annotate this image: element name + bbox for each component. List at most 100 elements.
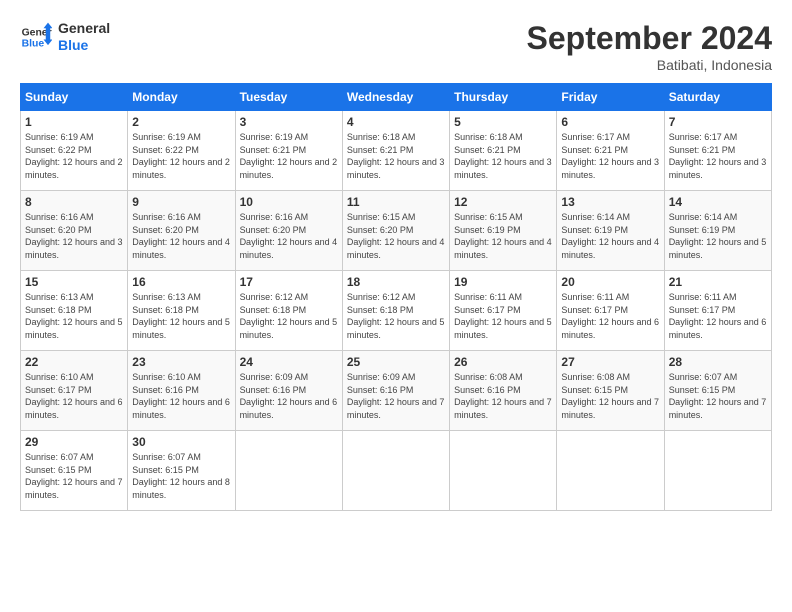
calendar-cell: 17 Sunrise: 6:12 AM Sunset: 6:18 PM Dayl… [235, 271, 342, 351]
day-number: 25 [347, 355, 445, 369]
day-number: 20 [561, 275, 659, 289]
calendar-cell [557, 431, 664, 511]
month-title: September 2024 [527, 20, 772, 57]
day-number: 1 [25, 115, 123, 129]
day-info: Sunrise: 6:12 AM Sunset: 6:18 PM Dayligh… [240, 291, 338, 341]
day-number: 14 [669, 195, 767, 209]
day-info: Sunrise: 6:18 AM Sunset: 6:21 PM Dayligh… [347, 131, 445, 181]
calendar-cell: 1 Sunrise: 6:19 AM Sunset: 6:22 PM Dayli… [21, 111, 128, 191]
calendar-cell: 23 Sunrise: 6:10 AM Sunset: 6:16 PM Dayl… [128, 351, 235, 431]
day-info: Sunrise: 6:07 AM Sunset: 6:15 PM Dayligh… [25, 451, 123, 501]
calendar-cell: 7 Sunrise: 6:17 AM Sunset: 6:21 PM Dayli… [664, 111, 771, 191]
day-number: 24 [240, 355, 338, 369]
day-number: 28 [669, 355, 767, 369]
calendar-cell: 22 Sunrise: 6:10 AM Sunset: 6:17 PM Dayl… [21, 351, 128, 431]
weekday-header-row: Sunday Monday Tuesday Wednesday Thursday… [21, 84, 772, 111]
day-number: 26 [454, 355, 552, 369]
day-info: Sunrise: 6:15 AM Sunset: 6:20 PM Dayligh… [347, 211, 445, 261]
day-info: Sunrise: 6:10 AM Sunset: 6:16 PM Dayligh… [132, 371, 230, 421]
logo: General Blue General Blue [20, 20, 110, 54]
day-number: 23 [132, 355, 230, 369]
calendar-cell: 2 Sunrise: 6:19 AM Sunset: 6:22 PM Dayli… [128, 111, 235, 191]
day-info: Sunrise: 6:11 AM Sunset: 6:17 PM Dayligh… [561, 291, 659, 341]
day-info: Sunrise: 6:18 AM Sunset: 6:21 PM Dayligh… [454, 131, 552, 181]
day-info: Sunrise: 6:08 AM Sunset: 6:15 PM Dayligh… [561, 371, 659, 421]
day-info: Sunrise: 6:14 AM Sunset: 6:19 PM Dayligh… [669, 211, 767, 261]
day-number: 16 [132, 275, 230, 289]
calendar-cell: 27 Sunrise: 6:08 AM Sunset: 6:15 PM Dayl… [557, 351, 664, 431]
day-number: 19 [454, 275, 552, 289]
calendar-cell: 5 Sunrise: 6:18 AM Sunset: 6:21 PM Dayli… [450, 111, 557, 191]
calendar-week-row: 22 Sunrise: 6:10 AM Sunset: 6:17 PM Dayl… [21, 351, 772, 431]
calendar-cell: 14 Sunrise: 6:14 AM Sunset: 6:19 PM Dayl… [664, 191, 771, 271]
day-info: Sunrise: 6:13 AM Sunset: 6:18 PM Dayligh… [25, 291, 123, 341]
calendar-cell: 3 Sunrise: 6:19 AM Sunset: 6:21 PM Dayli… [235, 111, 342, 191]
day-number: 12 [454, 195, 552, 209]
calendar-week-row: 1 Sunrise: 6:19 AM Sunset: 6:22 PM Dayli… [21, 111, 772, 191]
day-number: 4 [347, 115, 445, 129]
day-number: 7 [669, 115, 767, 129]
location: Batibati, Indonesia [527, 57, 772, 73]
day-info: Sunrise: 6:11 AM Sunset: 6:17 PM Dayligh… [454, 291, 552, 341]
header-thursday: Thursday [450, 84, 557, 111]
calendar-week-row: 15 Sunrise: 6:13 AM Sunset: 6:18 PM Dayl… [21, 271, 772, 351]
day-number: 27 [561, 355, 659, 369]
title-block: September 2024 Batibati, Indonesia [527, 20, 772, 73]
day-number: 17 [240, 275, 338, 289]
calendar-cell: 19 Sunrise: 6:11 AM Sunset: 6:17 PM Dayl… [450, 271, 557, 351]
day-number: 5 [454, 115, 552, 129]
day-number: 6 [561, 115, 659, 129]
day-number: 13 [561, 195, 659, 209]
day-info: Sunrise: 6:13 AM Sunset: 6:18 PM Dayligh… [132, 291, 230, 341]
calendar-cell: 24 Sunrise: 6:09 AM Sunset: 6:16 PM Dayl… [235, 351, 342, 431]
day-info: Sunrise: 6:15 AM Sunset: 6:19 PM Dayligh… [454, 211, 552, 261]
day-number: 22 [25, 355, 123, 369]
calendar-cell [235, 431, 342, 511]
calendar-cell: 18 Sunrise: 6:12 AM Sunset: 6:18 PM Dayl… [342, 271, 449, 351]
logo-text-line1: General [58, 20, 110, 37]
calendar-cell: 29 Sunrise: 6:07 AM Sunset: 6:15 PM Dayl… [21, 431, 128, 511]
day-number: 29 [25, 435, 123, 449]
calendar-cell: 30 Sunrise: 6:07 AM Sunset: 6:15 PM Dayl… [128, 431, 235, 511]
calendar-cell: 28 Sunrise: 6:07 AM Sunset: 6:15 PM Dayl… [664, 351, 771, 431]
calendar-cell: 21 Sunrise: 6:11 AM Sunset: 6:17 PM Dayl… [664, 271, 771, 351]
calendar-cell: 25 Sunrise: 6:09 AM Sunset: 6:16 PM Dayl… [342, 351, 449, 431]
calendar-cell: 20 Sunrise: 6:11 AM Sunset: 6:17 PM Dayl… [557, 271, 664, 351]
day-info: Sunrise: 6:16 AM Sunset: 6:20 PM Dayligh… [25, 211, 123, 261]
day-number: 2 [132, 115, 230, 129]
day-info: Sunrise: 6:07 AM Sunset: 6:15 PM Dayligh… [132, 451, 230, 501]
logo-icon: General Blue [20, 21, 52, 53]
day-info: Sunrise: 6:19 AM Sunset: 6:21 PM Dayligh… [240, 131, 338, 181]
calendar-cell: 13 Sunrise: 6:14 AM Sunset: 6:19 PM Dayl… [557, 191, 664, 271]
day-info: Sunrise: 6:17 AM Sunset: 6:21 PM Dayligh… [669, 131, 767, 181]
calendar-week-row: 29 Sunrise: 6:07 AM Sunset: 6:15 PM Dayl… [21, 431, 772, 511]
day-number: 8 [25, 195, 123, 209]
day-info: Sunrise: 6:10 AM Sunset: 6:17 PM Dayligh… [25, 371, 123, 421]
calendar-cell: 12 Sunrise: 6:15 AM Sunset: 6:19 PM Dayl… [450, 191, 557, 271]
day-info: Sunrise: 6:16 AM Sunset: 6:20 PM Dayligh… [240, 211, 338, 261]
svg-text:Blue: Blue [22, 38, 45, 49]
calendar-cell: 10 Sunrise: 6:16 AM Sunset: 6:20 PM Dayl… [235, 191, 342, 271]
logo-text-line2: Blue [58, 37, 110, 54]
day-number: 15 [25, 275, 123, 289]
calendar-cell [342, 431, 449, 511]
day-number: 21 [669, 275, 767, 289]
header-saturday: Saturday [664, 84, 771, 111]
calendar-cell [664, 431, 771, 511]
day-info: Sunrise: 6:08 AM Sunset: 6:16 PM Dayligh… [454, 371, 552, 421]
day-info: Sunrise: 6:19 AM Sunset: 6:22 PM Dayligh… [25, 131, 123, 181]
calendar-cell: 4 Sunrise: 6:18 AM Sunset: 6:21 PM Dayli… [342, 111, 449, 191]
calendar-cell: 6 Sunrise: 6:17 AM Sunset: 6:21 PM Dayli… [557, 111, 664, 191]
day-info: Sunrise: 6:12 AM Sunset: 6:18 PM Dayligh… [347, 291, 445, 341]
header-monday: Monday [128, 84, 235, 111]
day-number: 18 [347, 275, 445, 289]
calendar-cell: 16 Sunrise: 6:13 AM Sunset: 6:18 PM Dayl… [128, 271, 235, 351]
calendar-table: Sunday Monday Tuesday Wednesday Thursday… [20, 83, 772, 511]
header-tuesday: Tuesday [235, 84, 342, 111]
day-info: Sunrise: 6:09 AM Sunset: 6:16 PM Dayligh… [347, 371, 445, 421]
calendar-cell: 9 Sunrise: 6:16 AM Sunset: 6:20 PM Dayli… [128, 191, 235, 271]
calendar-cell: 26 Sunrise: 6:08 AM Sunset: 6:16 PM Dayl… [450, 351, 557, 431]
day-number: 11 [347, 195, 445, 209]
day-info: Sunrise: 6:14 AM Sunset: 6:19 PM Dayligh… [561, 211, 659, 261]
calendar-week-row: 8 Sunrise: 6:16 AM Sunset: 6:20 PM Dayli… [21, 191, 772, 271]
